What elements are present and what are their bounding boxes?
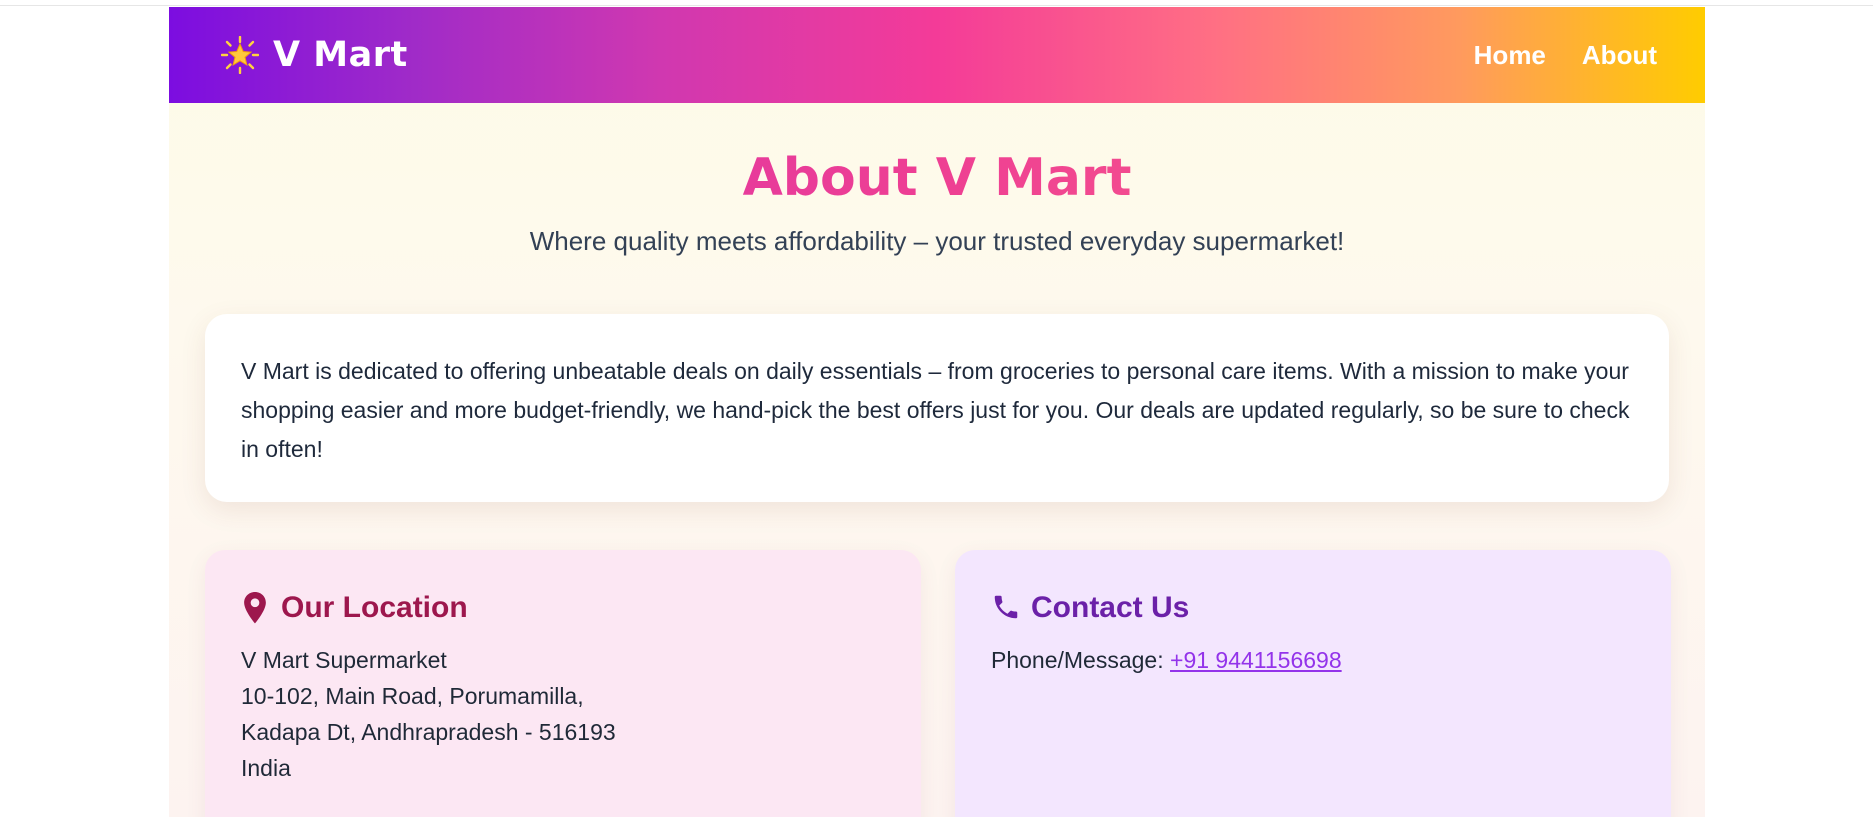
contact-card: Contact Us Phone/Message: +91 9441156698 bbox=[955, 550, 1671, 817]
glowing-star-icon bbox=[220, 35, 260, 75]
nav-home-link[interactable]: Home bbox=[1474, 40, 1546, 71]
contact-heading: Contact Us bbox=[991, 588, 1635, 628]
address-line: Kadapa Dt, Andhrapradesh - 516193 bbox=[241, 719, 616, 745]
navbar: V Mart Home About bbox=[169, 7, 1705, 103]
contact-heading-text: Contact Us bbox=[1031, 591, 1190, 624]
page: V Mart Home About About V Mart Where qua… bbox=[169, 7, 1705, 817]
phone-label: Phone/Message: bbox=[991, 647, 1171, 673]
location-card: Our Location V Mart Supermarket 10-102, … bbox=[205, 550, 921, 817]
address-line: 10-102, Main Road, Porumamilla, bbox=[241, 683, 584, 709]
about-text: V Mart is dedicated to offering unbeatab… bbox=[241, 358, 1630, 462]
page-title: About V Mart bbox=[169, 145, 1705, 211]
nav-about-link[interactable]: About bbox=[1582, 40, 1657, 71]
brand-link[interactable]: V Mart bbox=[220, 33, 408, 77]
nav-links: Home About bbox=[1474, 33, 1657, 77]
contact-line: Phone/Message: +91 9441156698 bbox=[991, 642, 1635, 678]
map-pin-icon bbox=[241, 592, 269, 624]
phone-icon bbox=[991, 592, 1019, 624]
browser-top-strip bbox=[0, 0, 1873, 6]
page-title-text: About V Mart bbox=[742, 148, 1132, 208]
address-line: V Mart Supermarket bbox=[241, 647, 447, 673]
address-line: India bbox=[241, 755, 291, 781]
about-card: V Mart is dedicated to offering unbeatab… bbox=[205, 314, 1669, 502]
phone-link[interactable]: +91 9441156698 bbox=[1170, 647, 1342, 673]
brand-name: V Mart bbox=[273, 34, 408, 75]
location-heading: Our Location bbox=[241, 588, 885, 628]
page-subtitle: Where quality meets affordability – your… bbox=[529, 226, 1345, 256]
location-heading-text: Our Location bbox=[281, 591, 468, 624]
address: V Mart Supermarket 10-102, Main Road, Po… bbox=[241, 642, 885, 786]
